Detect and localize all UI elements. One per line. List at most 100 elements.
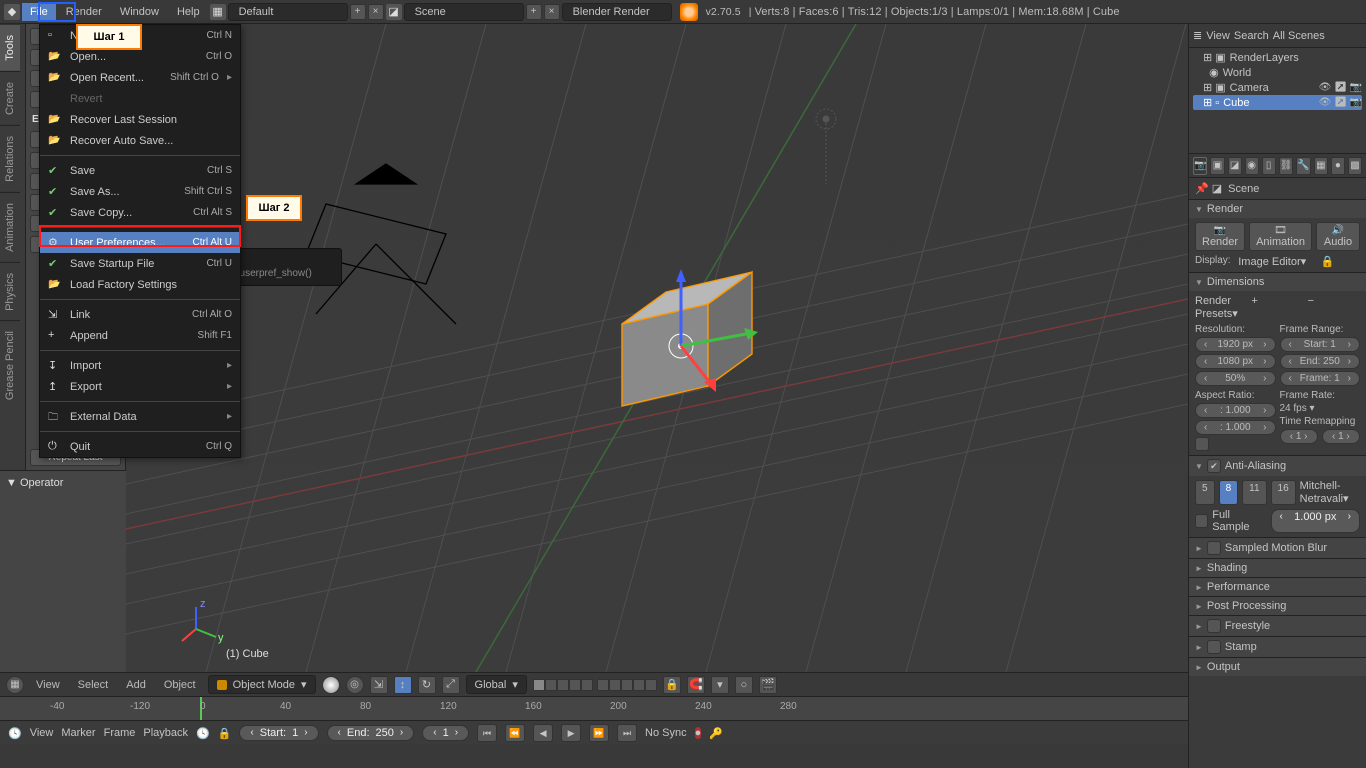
panel-post-processing-head[interactable]: Post Processing [1189, 597, 1366, 615]
tl-menu-marker[interactable]: Marker [61, 727, 95, 739]
manip-scale[interactable]: ⤢ [442, 676, 460, 694]
res-x-field[interactable]: ‹1920 px› [1195, 337, 1276, 352]
del-preset-button[interactable]: − [1308, 295, 1360, 320]
frame-start-field[interactable]: ‹ Start: 1 › [239, 725, 318, 741]
auto-keyframe-toggle[interactable]: ● [695, 727, 702, 739]
tab-scene-icon[interactable]: ◪ [1228, 157, 1242, 175]
use-preview-range[interactable]: 🕓 [196, 727, 210, 740]
panel-freestyle-head[interactable]: Freestyle [1189, 616, 1366, 636]
3d-viewport[interactable]: z y (1) Cube [126, 24, 1188, 672]
editor-type-icon[interactable]: ▦ [6, 676, 24, 694]
frame-end-field[interactable]: ‹ End: 250 › [327, 725, 415, 741]
manip-rotate[interactable]: ↻ [418, 676, 436, 694]
file-menu-append[interactable]: AppendShift F1 [40, 325, 240, 346]
outliner-item-world[interactable]: ◉ World [1193, 65, 1362, 80]
file-menu-link[interactable]: LinkCtrl Alt O [40, 304, 240, 325]
tab-world-icon[interactable]: ◉ [1245, 157, 1259, 175]
add-layout-button[interactable]: + [350, 4, 366, 20]
panel-output-head[interactable]: Output [1189, 658, 1366, 676]
lock-time[interactable]: 🔒 [218, 727, 232, 740]
file-menu-recover-last-session[interactable]: Recover Last Session [40, 109, 240, 130]
tab-material-icon[interactable]: ● [1331, 157, 1345, 175]
file-menu-save-copy-[interactable]: Save Copy...Ctrl Alt S [40, 202, 240, 223]
layer-buttons[interactable] [533, 679, 657, 691]
next-keyframe-button[interactable]: ⏩ [589, 724, 609, 742]
screen-layout-icon[interactable]: ▦ [210, 4, 226, 20]
render-button[interactable]: 📷Render [1195, 222, 1245, 251]
file-menu-load-factory-settings[interactable]: Load Factory Settings [40, 274, 240, 295]
aa-filter-dropdown[interactable]: Mitchell-Netravali▾ [1300, 480, 1360, 505]
tab-render-icon[interactable]: 📷 [1193, 157, 1207, 175]
scene-dropdown[interactable]: Scene [404, 3, 524, 21]
file-menu-revert[interactable]: Revert [40, 88, 240, 109]
frame-start-prop[interactable]: ‹Start: 1› [1280, 337, 1361, 352]
file-menu-external-data[interactable]: External Data▸ [40, 406, 240, 427]
vp-menu-select[interactable]: Select [72, 677, 115, 693]
lock-camera-icon[interactable]: 🔒 [663, 676, 681, 694]
blender-icon[interactable]: ◆ [4, 4, 20, 20]
snap-toggle[interactable]: 🧲 [687, 676, 705, 694]
outliner-menu-view[interactable]: View [1206, 30, 1230, 42]
frame-end-prop[interactable]: ‹End: 250› [1280, 354, 1361, 369]
outliner-item-cube[interactable]: ⊞ ▫ Cube👁 ↗ 📷 [1193, 95, 1362, 110]
outliner-display-mode[interactable]: All Scenes [1273, 30, 1362, 42]
tab-create[interactable]: Create [0, 71, 20, 125]
menu-help[interactable]: Help [169, 3, 208, 21]
vp-menu-object[interactable]: Object [158, 677, 202, 693]
aa-16-button[interactable]: 16 [1271, 480, 1296, 505]
time-old-field[interactable]: ‹ 1 › [1280, 429, 1318, 444]
frame-rate-dropdown[interactable]: 24 fps ▾ [1280, 403, 1361, 414]
aa-5-button[interactable]: 5 [1195, 480, 1215, 505]
del-layout-button[interactable]: × [368, 4, 384, 20]
file-menu-save-startup-file[interactable]: Save Startup FileCtrl U [40, 253, 240, 274]
shading-dropdown[interactable] [322, 676, 340, 694]
time-new-field[interactable]: ‹ 1 › [1322, 429, 1360, 444]
timeline-editor-icon[interactable]: 🕓 [8, 727, 22, 740]
sync-mode-dropdown[interactable]: No Sync [645, 727, 687, 739]
file-menu-save-as-[interactable]: Save As...Shift Ctrl S [40, 181, 240, 202]
frame-step-prop[interactable]: ‹Frame: 1› [1280, 371, 1361, 386]
vp-menu-view[interactable]: View [30, 677, 66, 693]
tl-menu-view[interactable]: View [30, 727, 54, 739]
screen-layout-dropdown[interactable]: Default [228, 3, 348, 21]
anim-button[interactable]: 🎞Animation [1249, 222, 1312, 251]
panel-shading-head[interactable]: Shading [1189, 559, 1366, 577]
file-menu-open-recent-[interactable]: Open Recent...Shift Ctrl O▸ [40, 67, 240, 88]
timeline-ruler[interactable]: -40 -120 0 40 80 120 160 200 240 280 [0, 697, 1188, 721]
play-button[interactable]: ▶ [561, 724, 581, 742]
file-menu-import[interactable]: Import▸ [40, 355, 240, 376]
aa-8-button[interactable]: 8 [1219, 480, 1239, 505]
prev-keyframe-button[interactable]: ⏪ [505, 724, 525, 742]
proportional-edit[interactable]: ○ [735, 676, 753, 694]
frame-current-field[interactable]: ‹ 1 › [422, 725, 469, 741]
panel-stamp-head[interactable]: Stamp [1189, 637, 1366, 657]
lock-ui-icon[interactable]: 🔒 [1321, 255, 1360, 268]
panel-sampled-motion-blur-head[interactable]: Sampled Motion Blur [1189, 538, 1366, 558]
tab-tools[interactable]: Tools [0, 24, 20, 71]
res-y-field[interactable]: ‹1080 px› [1195, 354, 1276, 369]
outliner-item-camera[interactable]: ⊞ ▣ Camera👁 ↗ 📷 [1193, 80, 1362, 95]
transform-orientation[interactable]: Global ▾ [466, 675, 527, 694]
add-scene-button[interactable]: + [526, 4, 542, 20]
vp-menu-add[interactable]: Add [120, 677, 152, 693]
tab-animation[interactable]: Animation [0, 192, 20, 262]
aa-11-button[interactable]: 11 [1242, 480, 1266, 505]
render-preview-icon[interactable]: 🎬 [759, 676, 777, 694]
pivot-dropdown[interactable]: ◎ [346, 676, 364, 694]
aa-size-field[interactable]: ‹1.000 px› [1271, 509, 1361, 533]
play-reverse-button[interactable]: ◀ [533, 724, 553, 742]
jump-end-button[interactable]: ⏭ [617, 724, 637, 742]
keying-set-icon[interactable]: 🔑 [709, 727, 723, 740]
scene-icon[interactable]: ◪ [386, 4, 402, 20]
menu-window[interactable]: Window [112, 3, 167, 21]
outliner-tree[interactable]: ⊞ ▣ RenderLayers ◉ World ⊞ ▣ Camera👁 ↗ 📷… [1189, 48, 1366, 153]
aspect-x-field[interactable]: ‹: 1.000› [1195, 403, 1276, 418]
tab-grease-pencil[interactable]: Grease Pencil [0, 320, 20, 410]
jump-start-button[interactable]: ⏮ [477, 724, 497, 742]
snap-type[interactable]: ▾ [711, 676, 729, 694]
outliner-item-renderlayers[interactable]: ⊞ ▣ RenderLayers [1193, 50, 1362, 65]
tab-constraints-icon[interactable]: ⛓ [1279, 157, 1294, 175]
panel-render-head[interactable]: Render [1189, 200, 1366, 218]
tab-object-icon[interactable]: ▯ [1262, 157, 1276, 175]
audio-button[interactable]: 🔊Audio [1316, 222, 1360, 251]
